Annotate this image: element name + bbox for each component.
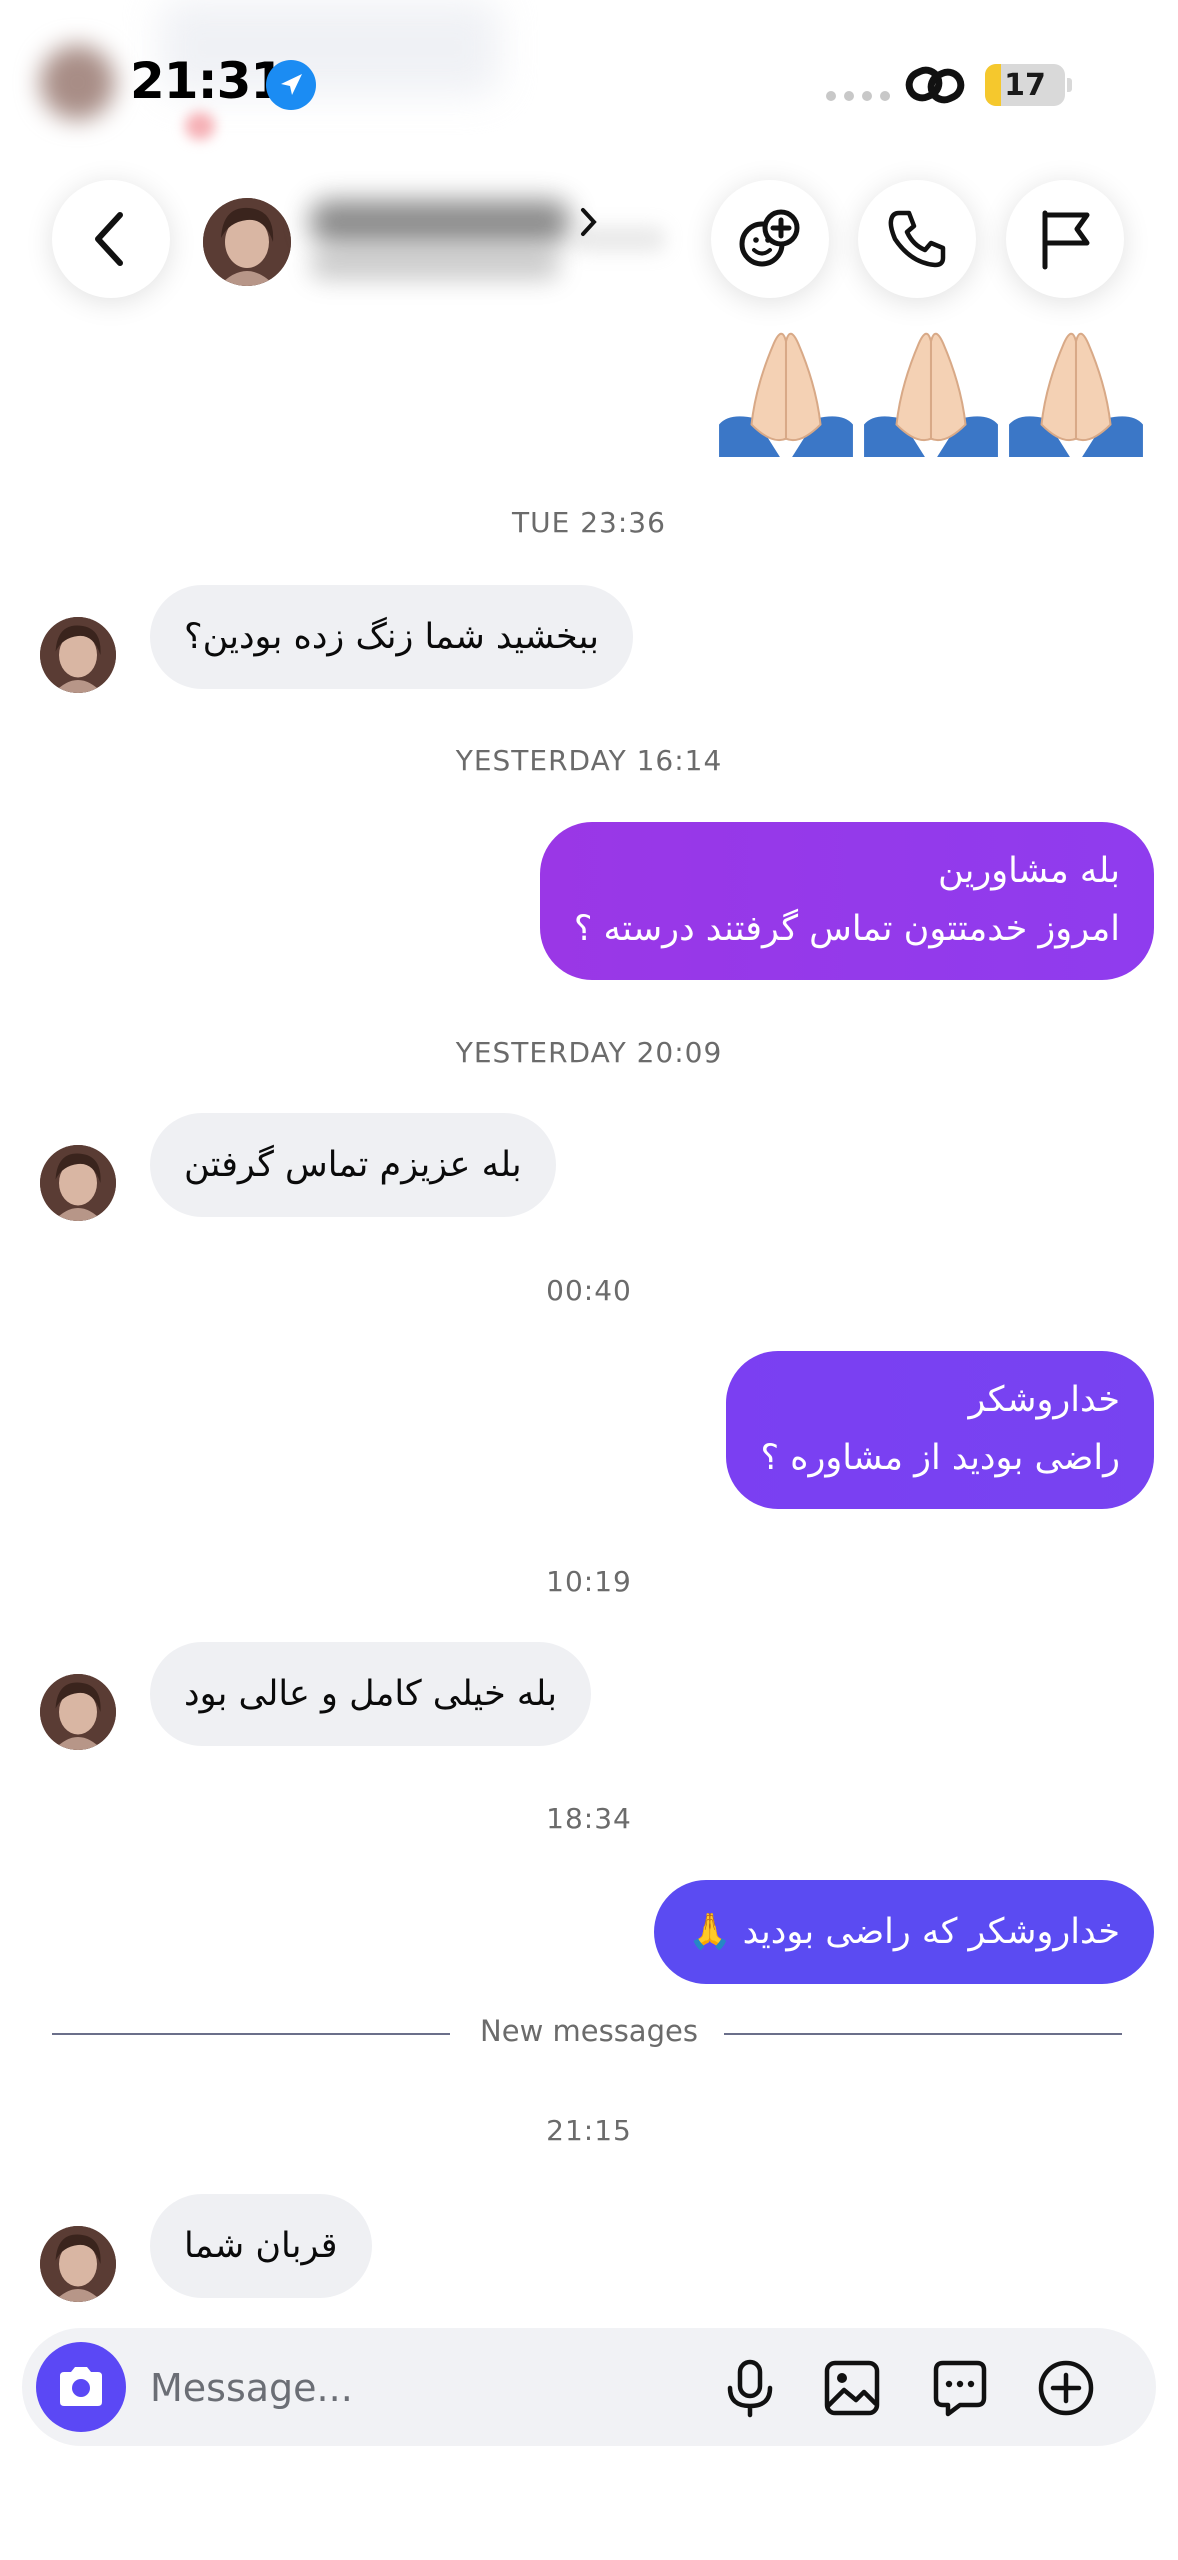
incoming-message[interactable]: بله عزیزم تماس گرفتن <box>150 1113 556 1217</box>
incoming-message[interactable]: بله خیلی کامل و عالی بود <box>150 1642 591 1746</box>
timestamp: 00:40 <box>546 1274 632 1307</box>
sender-avatar[interactable] <box>40 2226 116 2302</box>
signal-dots-icon <box>826 91 890 101</box>
blurred-heart-reaction <box>185 112 215 140</box>
report-button[interactable] <box>1006 180 1124 298</box>
timestamp: TUE 23:36 <box>512 506 666 539</box>
sender-avatar[interactable] <box>40 617 116 693</box>
incoming-message[interactable]: قربان شما <box>150 2194 372 2298</box>
incoming-message[interactable]: ببخشید شما زنگ زده بودین؟ <box>150 585 633 689</box>
microphone-icon[interactable] <box>720 2358 780 2418</box>
effects-button[interactable] <box>711 180 829 298</box>
outgoing-message[interactable]: خداروشکر که راضی بودید 🙏 <box>653 1880 1154 1984</box>
message-input[interactable]: Message... <box>150 2366 353 2410</box>
divider-line-right <box>724 2033 1122 2035</box>
effects-icon <box>739 209 800 267</box>
location-arrow-icon <box>266 60 316 110</box>
timestamp: YESTERDAY 20:09 <box>455 1036 723 1069</box>
camera-button[interactable] <box>36 2342 126 2432</box>
sender-avatar[interactable] <box>40 1145 116 1221</box>
message-line: راضی بودید از مشاوره ؟ <box>760 1438 1120 1478</box>
status-time: 21:31 <box>130 52 285 110</box>
timestamp: 21:15 <box>546 2114 632 2147</box>
link-icon <box>905 62 965 112</box>
chevron-left-icon <box>95 212 123 266</box>
message-line: بله مشاورین <box>937 851 1120 891</box>
camera-icon <box>60 2367 102 2406</box>
new-messages-divider: New messages <box>480 2014 698 2048</box>
back-button[interactable] <box>52 180 170 298</box>
flag-icon <box>1042 210 1090 270</box>
contact-avatar[interactable] <box>203 198 291 286</box>
praying-hands-emoji-1 <box>719 332 853 457</box>
battery-tip <box>1067 78 1072 92</box>
outgoing-message[interactable]: بله مشاورین امروز خدمتتون تماس گرفتند در… <box>539 822 1154 980</box>
blurred-background-avatar <box>40 45 115 120</box>
phone-icon <box>888 210 946 268</box>
image-icon[interactable] <box>822 2358 882 2418</box>
outgoing-message[interactable]: خداروشکر راضی بودید از مشاوره ؟ <box>726 1351 1154 1509</box>
sender-avatar[interactable] <box>40 1674 116 1750</box>
active-status-blurred <box>310 250 560 280</box>
timestamp: 10:19 <box>546 1565 632 1598</box>
praying-hands-emoji-3 <box>1009 332 1143 457</box>
call-button[interactable] <box>858 180 976 298</box>
message-line: خداروشکر <box>968 1380 1120 1420</box>
timestamp: 18:34 <box>546 1802 632 1835</box>
timestamp: YESTERDAY 16:14 <box>455 744 723 777</box>
battery-indicator: 17 <box>985 64 1065 106</box>
battery-level: 17 <box>1004 68 1046 103</box>
message-line: امروز خدمتتون تماس گرفتند درسته ؟ <box>573 909 1120 949</box>
plus-icon[interactable] <box>1036 2358 1096 2418</box>
sticker-icon[interactable] <box>930 2358 990 2418</box>
praying-hands-emoji-2 <box>864 332 998 457</box>
chevron-right-icon[interactable] <box>578 205 600 243</box>
contact-name-blurred[interactable] <box>310 200 570 244</box>
